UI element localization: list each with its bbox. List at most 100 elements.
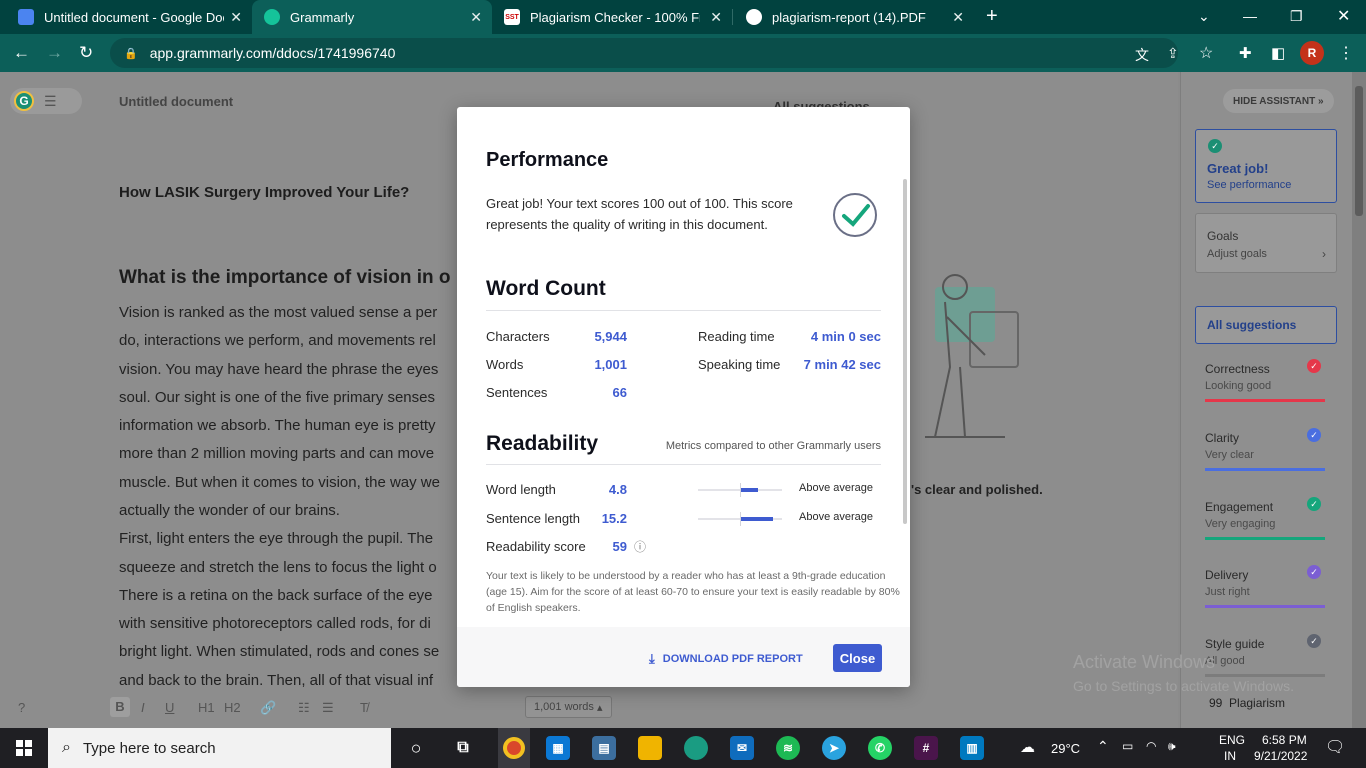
task-view-icon[interactable]: ⧉ [451, 736, 475, 760]
notification-icon[interactable]: 🗨 [1325, 737, 1345, 757]
document-line[interactable]: more than 2 million moving parts and can… [119, 445, 434, 462]
slack-icon[interactable]: # [914, 736, 938, 760]
heading-2-button[interactable]: H2 [224, 700, 241, 715]
mail-icon[interactable]: ✉ [730, 736, 754, 760]
file-explorer-icon[interactable] [638, 736, 662, 760]
great-job-card[interactable]: ✓ Great job! See performance [1195, 129, 1337, 203]
page-scrollbar[interactable] [1352, 72, 1366, 728]
tab-google-docs[interactable]: Untitled document - Google Doc ✕ [6, 0, 252, 34]
trello-icon[interactable]: ▥ [960, 736, 984, 760]
close-tab-icon[interactable]: ✕ [952, 9, 964, 26]
underline-button[interactable]: U [165, 700, 174, 715]
side-panel-icon[interactable]: ◧ [1271, 44, 1285, 62]
taskbar-search-box[interactable]: ⌕ Type here to search [48, 728, 391, 768]
maximize-icon[interactable]: ❐ [1290, 8, 1303, 25]
category-underline [1205, 605, 1325, 608]
back-icon[interactable]: ← [13, 43, 30, 63]
stat-label: Sentences [486, 385, 548, 400]
check-circle-icon: ✓ [1208, 139, 1222, 153]
word-count-badge[interactable]: 1,001 words ▴ [525, 696, 612, 718]
search-icon: ⌕ [62, 739, 71, 756]
category-correctness[interactable]: Correctness Looking good ✓ [1205, 359, 1325, 412]
document-line[interactable]: information we absorb. The human eye is … [119, 417, 436, 434]
language-indicator[interactable]: ENG [1219, 733, 1245, 747]
region-indicator[interactable]: IN [1224, 749, 1236, 763]
temperature[interactable]: 29°C [1051, 741, 1080, 756]
info-icon[interactable]: ⓘ [634, 538, 646, 555]
hide-assistant-button[interactable]: HIDE ASSISTANT » [1223, 89, 1334, 113]
download-pdf-report-button[interactable]: ⤓ DOWNLOAD PDF REPORT [649, 651, 803, 667]
scrollbar-thumb[interactable] [1355, 86, 1363, 216]
document-heading-1[interactable]: How LASIK Surgery Improved Your Life? [119, 184, 409, 201]
italic-button[interactable]: I [141, 700, 145, 715]
close-window-icon[interactable]: ✕ [1337, 6, 1350, 26]
close-button[interactable]: Close [833, 644, 882, 672]
clock-time[interactable]: 6:58 PM [1262, 733, 1307, 747]
document-line[interactable]: First, light enters the eye through the … [119, 530, 433, 547]
wifi-icon[interactable]: ◠ [1146, 739, 1156, 753]
tab-plagiarism-checker[interactable]: SST Plagiarism Checker - 100% Free C ✕ [492, 0, 732, 34]
whatsapp-icon[interactable]: ✆ [868, 736, 892, 760]
grammarly-menu[interactable]: G ☰ [10, 88, 82, 114]
clock-date[interactable]: 9/21/2022 [1254, 749, 1307, 763]
tab-grammarly[interactable]: Grammarly ✕ [252, 0, 492, 34]
document-line[interactable]: Vision is ranked as the most valued sens… [119, 304, 437, 321]
heading-1-button[interactable]: H1 [198, 700, 215, 715]
bold-button[interactable]: B [110, 697, 130, 717]
volume-icon[interactable]: 🕪 [1168, 739, 1176, 754]
document-line[interactable]: do, interactions we perform, and movemen… [119, 332, 436, 349]
document-line[interactable]: with sensitive photoreceptors called rod… [119, 615, 431, 632]
help-icon[interactable]: ? [18, 700, 25, 715]
document-line[interactable]: actually the wonder of our brains. [119, 502, 340, 519]
extensions-icon[interactable]: ✚ [1239, 44, 1252, 62]
great-job-title: Great job! [1207, 161, 1269, 176]
link-icon[interactable]: 🔗 [260, 700, 276, 716]
plagiarism-button[interactable]: 99 Plagiarism [1209, 696, 1285, 710]
document-line[interactable]: and back to the brain. Then, all of that… [119, 672, 433, 689]
document-line[interactable]: There is a retina on the back surface of… [119, 587, 433, 604]
new-tab-icon[interactable]: + [986, 6, 998, 26]
bookmark-star-icon[interactable]: ☆ [1199, 43, 1213, 63]
cortana-icon[interactable]: ○ [404, 736, 428, 760]
battery-icon[interactable]: ▭ [1122, 739, 1133, 753]
microsoft-store-icon[interactable]: ▦ [546, 736, 570, 760]
translate-icon[interactable]: 文 [1135, 45, 1149, 65]
edge-icon[interactable] [684, 736, 708, 760]
close-tab-icon[interactable]: ✕ [470, 9, 482, 26]
category-clarity[interactable]: Clarity Very clear ✓ [1205, 428, 1325, 481]
menu-kebab-icon[interactable]: ⋮ [1338, 43, 1354, 63]
document-line[interactable]: muscle. But when it comes to vision, the… [119, 474, 440, 491]
goals-card[interactable]: Goals Adjust goals › [1195, 213, 1337, 273]
address-bar[interactable]: 🔒 app.grammarly.com/ddocs/1741996740 [110, 38, 1178, 68]
close-tab-icon[interactable]: ✕ [230, 9, 242, 26]
chrome-taskbar-icon[interactable] [498, 728, 530, 768]
document-line[interactable]: vision. You may have heard the phrase th… [119, 361, 438, 378]
document-line[interactable]: soul. Our sight is one of the five prima… [119, 389, 435, 406]
close-tab-icon[interactable]: ✕ [710, 9, 722, 26]
windows-start-icon[interactable] [0, 728, 48, 768]
tab-plagiarism-report[interactable]: plagiarism-report (14).PDF ✕ [734, 0, 974, 34]
modal-scrollbar[interactable] [903, 179, 907, 524]
weather-icon[interactable]: ☁ [1020, 738, 1035, 756]
spotify-icon[interactable]: ≋ [776, 736, 800, 760]
see-performance-link[interactable]: See performance [1207, 179, 1291, 191]
minimize-icon[interactable]: — [1243, 8, 1257, 24]
forward-icon[interactable]: → [46, 43, 63, 63]
category-engagement[interactable]: Engagement Very engaging ✓ [1205, 497, 1325, 550]
document-line[interactable]: squeeze and stretch the lens to focus th… [119, 559, 437, 576]
bulleted-list-icon[interactable]: ☰ [322, 700, 334, 716]
document-title[interactable]: Untitled document [119, 94, 233, 109]
document-line[interactable]: bright light. When stimulated, rods and … [119, 643, 439, 660]
clear-format-icon[interactable]: T̸ [360, 700, 368, 715]
document-heading-2[interactable]: What is the importance of vision in o [119, 267, 450, 289]
profile-avatar[interactable]: R [1300, 41, 1324, 65]
calculator-icon[interactable]: ▤ [592, 736, 616, 760]
all-suggestions-button[interactable]: All suggestions [1195, 306, 1337, 344]
show-hidden-icons-chevron-icon[interactable]: ⌃ [1097, 738, 1109, 755]
category-delivery[interactable]: Delivery Just right ✓ [1205, 565, 1325, 618]
numbered-list-icon[interactable]: ☷ [298, 700, 310, 716]
tab-search-chevron-icon[interactable]: ⌄ [1198, 8, 1210, 25]
share-icon[interactable]: ⇪ [1167, 45, 1179, 62]
reload-icon[interactable]: ↻ [79, 43, 93, 63]
telegram-icon[interactable]: ➤ [822, 736, 846, 760]
